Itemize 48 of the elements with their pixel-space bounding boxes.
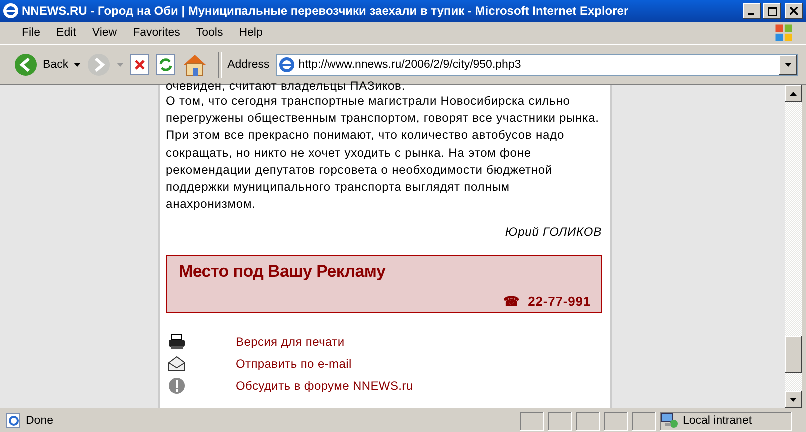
maximize-icon [768,6,776,16]
page-link[interactable]: Обсудить в форуме NNEWS.ru [236,379,602,394]
status-pane [520,412,544,430]
author-name: Юрий ГОЛИКОВ [504,225,602,240]
zone-text: Local intranet [683,415,752,427]
back-button[interactable]: Back [14,52,81,76]
phone-icon: ☎ [504,294,520,310]
maximize-button[interactable] [763,3,781,19]
status-text: Done [26,415,54,427]
address-field[interactable]: http://www.nnews.ru/2006/2/9/city/950.php3 [276,54,798,76]
page-link[interactable]: Версия для печати [236,335,602,350]
address-label: Address [228,58,270,70]
status-pane [604,412,628,430]
status-pane [548,412,572,430]
home-icon[interactable] [182,52,208,76]
ad-banner[interactable]: Место под Вашу Рекламу ☎ 22-77-991 [166,255,602,314]
status-pane [576,412,600,430]
scroll-thumb[interactable] [785,336,802,373]
menu-item[interactable]: Edit [48,27,84,39]
phone-number: 22-77-991 [528,294,591,310]
exclamation-icon [168,377,186,396]
minimize-button[interactable] [743,3,761,19]
vertical-scrollbar[interactable] [785,85,802,408]
printer-icon [168,334,186,350]
scroll-up-icon[interactable] [790,92,797,96]
scroll-down-icon[interactable] [790,398,797,402]
menu-item[interactable]: View [84,27,126,39]
browser-icon [3,3,19,19]
network-computer-icon [661,413,679,429]
caret-icon [74,62,81,66]
article-text: очевиден, считают владельцы ПАЗиков. [166,79,407,93]
ad-title: Место под Вашу Рекламу [179,262,387,282]
caret-icon[interactable] [784,62,792,66]
page-icon [6,413,22,429]
menu-item[interactable]: Help [231,27,271,39]
status-pane [632,412,656,430]
menu-item[interactable]: Tools [188,27,232,39]
stop-icon[interactable] [130,54,150,76]
refresh-icon[interactable] [156,54,176,76]
page-icon [278,56,295,72]
close-icon [790,7,798,15]
close-button[interactable] [785,3,803,19]
page-link[interactable]: Отправить по e-mail [236,357,602,372]
menu-item[interactable]: File [14,27,49,39]
menu-item[interactable]: Favorites [125,27,188,39]
envelope-icon [168,356,186,372]
article-paragraph: О том, что сегодня транспортные магистрали Новосибирска сильно перегружены общественным транспортом, говорят все участники рынка. При этом все прекрасно понимают, что количество автобусов надо сокращать, но никто не хочет уходить с рынка. На этом фоне рекомендации депутатов горсовета о необходимости бюджетной поддержки муниципального транспорта выглядят полным анахронизмом. [166,93,600,214]
window-title: NNEWS.RU - Город на Оби | Муниципальные перевозчики заехали в тупик - Microsoft Internet Explorer [22,4,630,18]
